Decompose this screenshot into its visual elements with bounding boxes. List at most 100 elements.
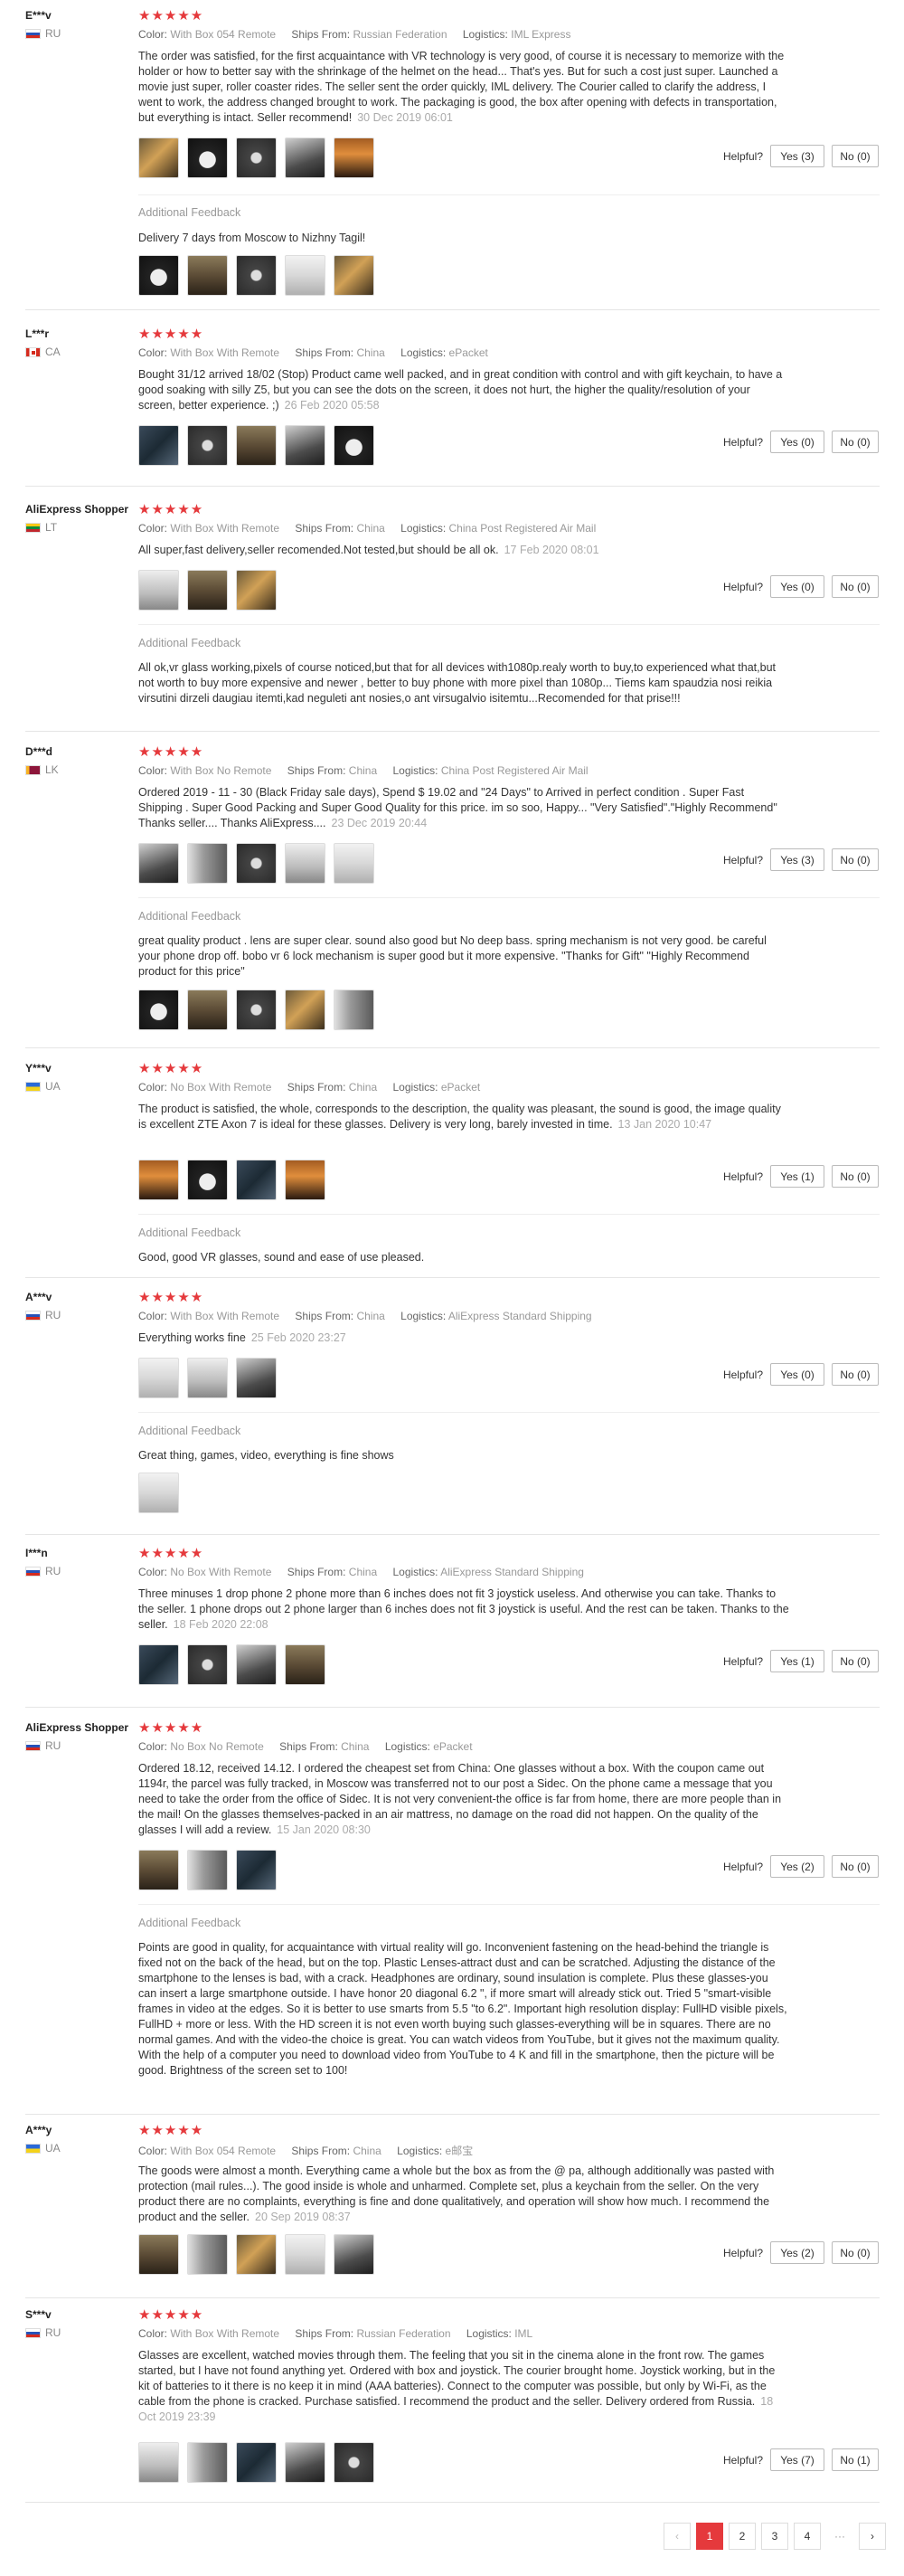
page-button[interactable]: 2 — [729, 2523, 756, 2550]
review-date: 17 Feb 2020 08:01 — [504, 544, 599, 556]
additional-feedback-text: great quality product . lens are super c… — [138, 934, 767, 978]
review-photo[interactable] — [187, 255, 228, 296]
review-photo[interactable] — [285, 2234, 325, 2275]
helpful-no-button[interactable]: No (0) — [832, 1165, 879, 1188]
review-photo[interactable] — [285, 990, 325, 1030]
review-photo[interactable] — [334, 2234, 374, 2275]
review-photo[interactable] — [334, 255, 374, 296]
review-photo[interactable] — [138, 2442, 179, 2483]
helpful-no-button[interactable]: No (1) — [832, 2448, 879, 2471]
review-photo[interactable] — [334, 843, 374, 884]
review-photo[interactable] — [285, 1644, 325, 1685]
review-photos — [138, 1644, 325, 1685]
helpful-no-button[interactable]: No (0) — [832, 1363, 879, 1386]
review-photos — [138, 1850, 277, 1890]
review-photo[interactable] — [236, 1358, 277, 1398]
review-photo[interactable] — [334, 425, 374, 466]
rating-stars: ★★★★★ — [138, 1720, 204, 1736]
review-photo[interactable] — [187, 425, 228, 466]
additional-feedback-label: Additional Feedback — [138, 910, 241, 923]
helpful-vote: Helpful? Yes (1) No (0) — [723, 1165, 879, 1188]
reviewer-country: RU — [25, 1309, 61, 1321]
helpful-yes-button[interactable]: Yes (1) — [770, 1165, 824, 1188]
review-photo[interactable] — [236, 425, 277, 466]
review-attributes: Color: With Box No Remote Ships From: Ch… — [138, 764, 589, 777]
review-photo[interactable] — [138, 2234, 179, 2275]
review-photo[interactable] — [285, 843, 325, 884]
next-page-button[interactable]: › — [859, 2523, 886, 2550]
review-photo[interactable] — [187, 2234, 228, 2275]
rating-stars: ★★★★★ — [138, 2123, 204, 2138]
page-button[interactable]: 1 — [696, 2523, 723, 2550]
helpful-yes-button[interactable]: Yes (0) — [770, 1363, 824, 1386]
review-date: 15 Jan 2020 08:30 — [277, 1823, 371, 1836]
review-photo[interactable] — [187, 843, 228, 884]
review-photo[interactable] — [236, 990, 277, 1030]
review-photo[interactable] — [236, 2442, 277, 2483]
helpful-yes-button[interactable]: Yes (0) — [770, 575, 824, 598]
helpful-no-button[interactable]: No (0) — [832, 848, 879, 871]
helpful-no-button[interactable]: No (0) — [832, 1855, 879, 1878]
review-photo[interactable] — [285, 425, 325, 466]
helpful-yes-button[interactable]: Yes (2) — [770, 1855, 824, 1878]
helpful-no-button[interactable]: No (0) — [832, 575, 879, 598]
review-photo[interactable] — [187, 1160, 228, 1200]
review-photo[interactable] — [187, 1850, 228, 1890]
review-photo[interactable] — [138, 570, 179, 611]
reviewer-name: A***v — [25, 1291, 52, 1303]
additional-feedback-text: Delivery 7 days from Moscow to Nizhny Ta… — [138, 232, 366, 244]
helpful-yes-button[interactable]: Yes (0) — [770, 431, 824, 453]
review-photo[interactable] — [236, 843, 277, 884]
review-divider — [25, 1534, 880, 1535]
review-date: 20 Sep 2019 08:37 — [255, 2211, 351, 2223]
review-photo[interactable] — [236, 570, 277, 611]
review-photo[interactable] — [138, 1644, 179, 1685]
prev-page-button[interactable]: ‹ — [664, 2523, 691, 2550]
review-photo[interactable] — [236, 1644, 277, 1685]
review-photo[interactable] — [285, 255, 325, 296]
rating-stars: ★★★★★ — [138, 2307, 204, 2323]
helpful-no-button[interactable]: No (0) — [832, 2241, 879, 2264]
rating-stars: ★★★★★ — [138, 1061, 204, 1076]
helpful-yes-button[interactable]: Yes (2) — [770, 2241, 824, 2264]
review-photo[interactable] — [285, 2442, 325, 2483]
review-photo[interactable] — [187, 1358, 228, 1398]
review-photo[interactable] — [138, 990, 179, 1030]
helpful-yes-button[interactable]: Yes (3) — [770, 848, 824, 871]
review-photo[interactable] — [138, 255, 179, 296]
review-divider — [25, 1047, 880, 1048]
review-photo[interactable] — [285, 137, 325, 178]
review-photo[interactable] — [187, 137, 228, 178]
review-photo[interactable] — [334, 137, 374, 178]
helpful-yes-button[interactable]: Yes (3) — [770, 145, 824, 167]
review-photo[interactable] — [236, 137, 277, 178]
page-button[interactable]: 3 — [761, 2523, 788, 2550]
helpful-no-button[interactable]: No (0) — [832, 145, 879, 167]
review-photo[interactable] — [334, 990, 374, 1030]
review-photo[interactable] — [138, 1160, 179, 1200]
review-photo[interactable] — [138, 843, 179, 884]
review-photo[interactable] — [236, 1850, 277, 1890]
helpful-no-button[interactable]: No (0) — [832, 431, 879, 453]
review-photo[interactable] — [187, 990, 228, 1030]
helpful-no-button[interactable]: No (0) — [832, 1650, 879, 1672]
review-photo[interactable] — [236, 1160, 277, 1200]
review-photo[interactable] — [187, 570, 228, 611]
review-photo[interactable] — [236, 255, 277, 296]
review-photo[interactable] — [334, 2442, 374, 2483]
helpful-yes-button[interactable]: Yes (1) — [770, 1650, 824, 1672]
flag-icon — [25, 522, 41, 533]
review-photos — [138, 843, 374, 884]
review-photo[interactable] — [236, 2234, 277, 2275]
review-photo[interactable] — [138, 1850, 179, 1890]
review-photo[interactable] — [285, 1160, 325, 1200]
review-photo[interactable] — [187, 2442, 228, 2483]
helpful-yes-button[interactable]: Yes (7) — [770, 2448, 824, 2471]
page-button[interactable]: 4 — [794, 2523, 821, 2550]
additional-feedback-label: Additional Feedback — [138, 1917, 241, 1929]
review-photo[interactable] — [138, 425, 179, 466]
review-photo[interactable] — [138, 1358, 179, 1398]
review-photo[interactable] — [138, 137, 179, 178]
review-photo[interactable] — [138, 1473, 179, 1513]
review-photo[interactable] — [187, 1644, 228, 1685]
